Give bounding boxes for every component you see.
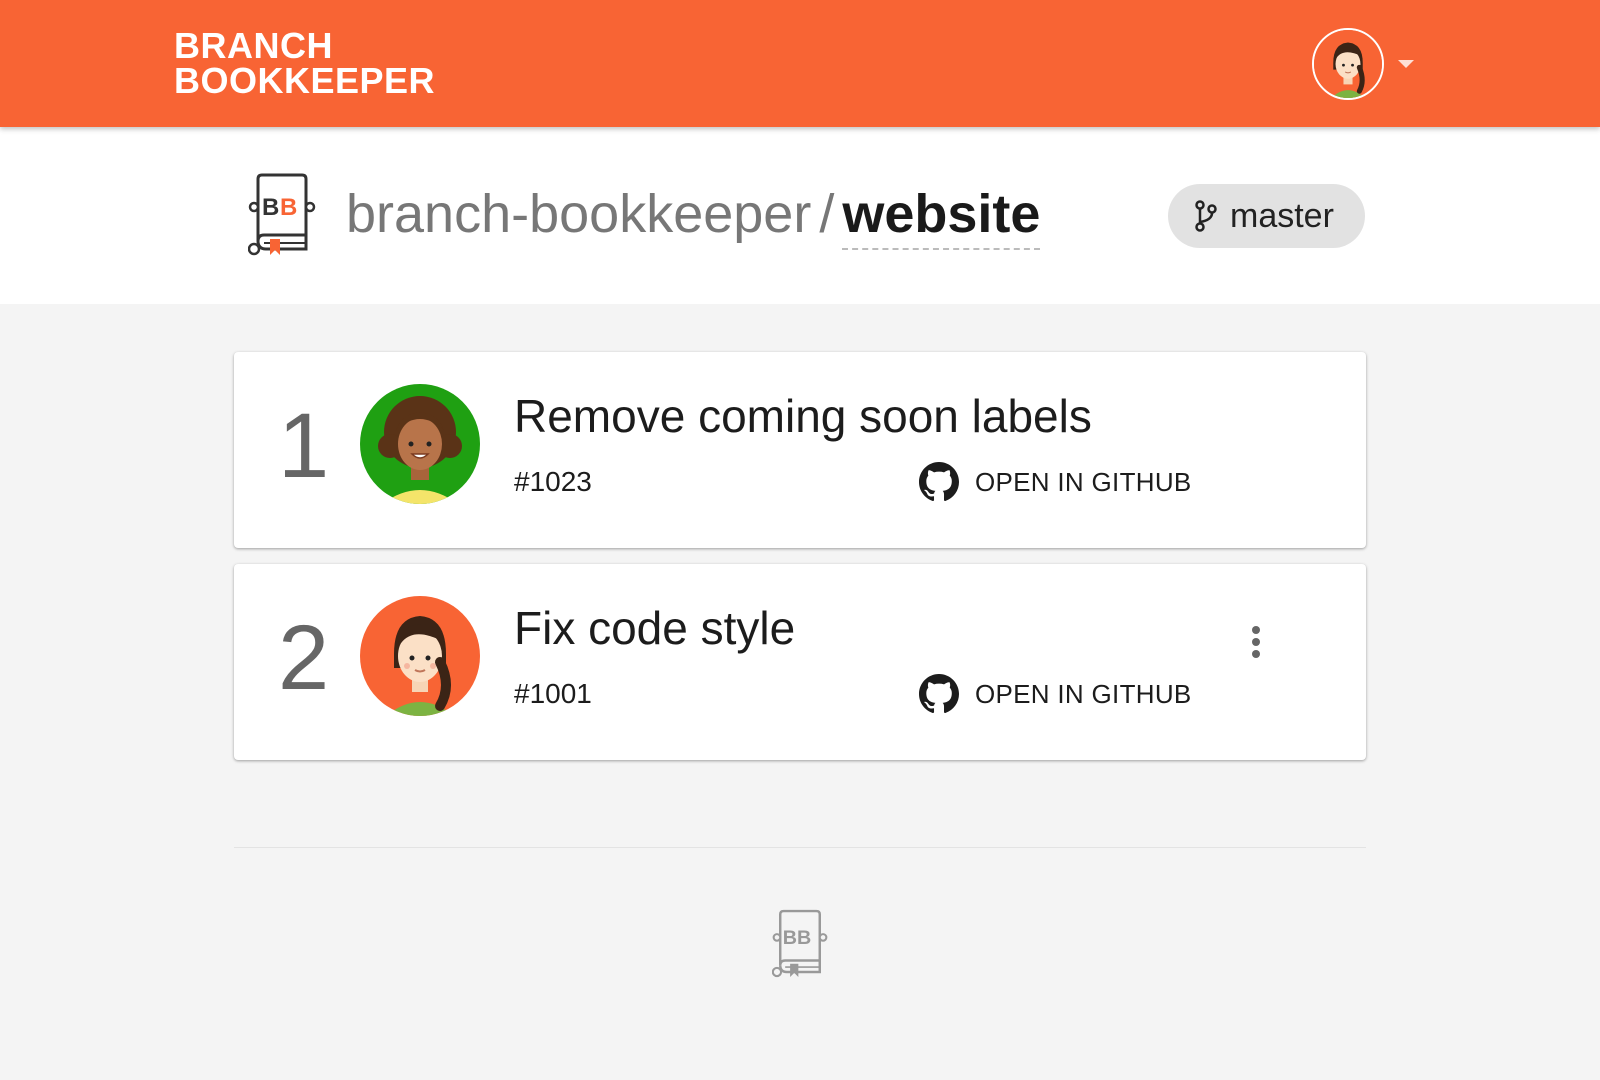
svg-text:B: B [262, 194, 279, 221]
repo-title: branch-bookkeeper / website [346, 181, 1041, 250]
user-avatar-icon[interactable] [1312, 28, 1384, 100]
github-icon [919, 462, 959, 502]
repo-separator: / [819, 184, 835, 244]
queue-position: 2 [278, 607, 330, 709]
github-icon [919, 674, 959, 714]
footer-logo-text: BB [783, 927, 812, 949]
author-avatar-icon [360, 596, 480, 716]
repo-name-selector[interactable]: website [842, 184, 1041, 250]
branch-name: master [1230, 196, 1334, 235]
open-in-github-link[interactable]: OPEN IN GITHUB [919, 460, 1192, 504]
git-branch-icon [1194, 200, 1218, 232]
more-vert-icon[interactable] [1234, 620, 1278, 664]
app-bar: BRANCH BOOKKEEPER [0, 0, 1600, 127]
pr-number: #1001 [514, 678, 592, 709]
caret-down-icon[interactable] [1398, 60, 1414, 68]
open-in-github-label: OPEN IN GITHUB [975, 466, 1192, 497]
pr-number: #1023 [514, 466, 592, 497]
pr-title: Remove coming soon labels [514, 390, 1092, 442]
footer-logo-icon: BB [771, 908, 828, 985]
brand-line-2: BOOKKEEPER [174, 60, 436, 101]
user-menu[interactable] [1312, 28, 1414, 100]
repo-owner: branch-bookkeeper [346, 184, 812, 244]
footer-divider [234, 847, 1366, 848]
author-avatar-icon [360, 384, 480, 504]
open-in-github-label: OPEN IN GITHUB [975, 678, 1192, 709]
repo-header: B B branch-bookkeeper / website master [0, 127, 1600, 304]
branch-bookkeeper-logo-icon: B B [247, 173, 316, 262]
brand-line-1: BRANCH [174, 25, 333, 66]
svg-text:B: B [280, 194, 297, 221]
open-in-github-link[interactable]: OPEN IN GITHUB [919, 672, 1192, 716]
pr-title: Fix code style [514, 602, 796, 654]
brand-logo[interactable]: BRANCH BOOKKEEPER [174, 25, 436, 101]
queue-position: 1 [278, 395, 330, 497]
pull-request-card: 1 Remove coming soon labels #1023 OPEN I… [234, 352, 1366, 548]
branch-selector[interactable]: master [1168, 184, 1365, 248]
pull-request-list: 1 Remove coming soon labels #1023 OPEN I… [234, 352, 1366, 776]
pull-request-card: 2 Fix code style #1001 OPEN IN GITHUB [234, 564, 1366, 760]
